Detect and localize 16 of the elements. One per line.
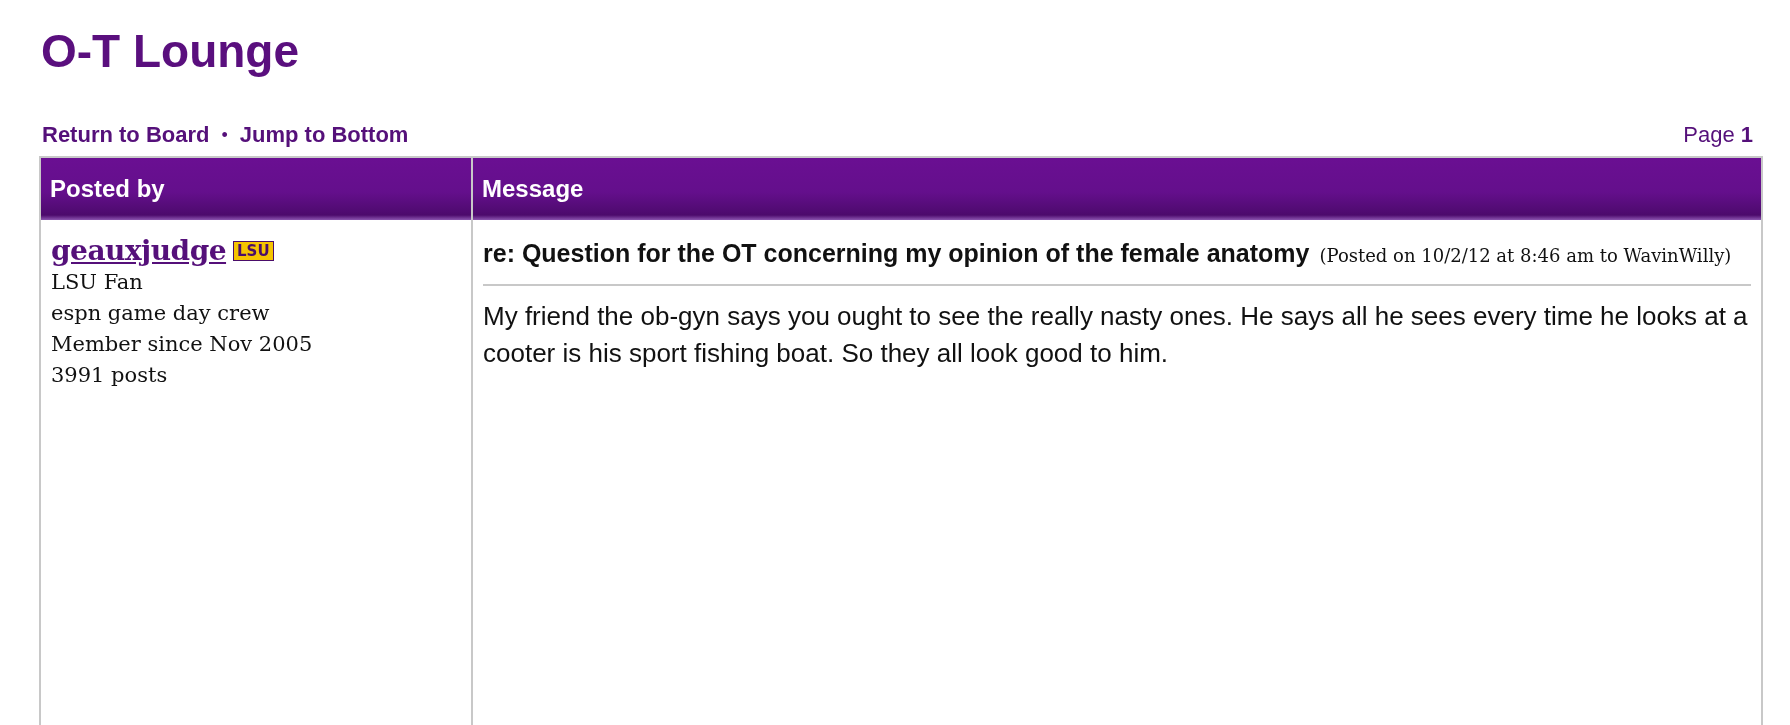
column-header: Message (481, 174, 585, 204)
column-header: Posted by (41, 158, 473, 220)
post-subject: re: Question for the OT concerning my opinion of the female anatomy (483, 239, 1310, 267)
team-badge: LSU (233, 240, 274, 261)
post-meta: (Posted on 10/2/12 at 8:46 am to WavinWilly) (1319, 245, 1732, 266)
post-body: My friend the ob-gyn says you ought to see the really nasty ones. He says all he sees every time he looks at a cooter is his sport fishing boat. So they all look good to him. (483, 300, 1749, 370)
page-indicator: Page 1 (1683, 122, 1754, 148)
nav-link[interactable]: Return to Board (42, 122, 210, 148)
author-detail: espn game day crew (51, 300, 271, 327)
board-title: O-T Lounge (40, 24, 301, 79)
author-detail: LSU Fan (51, 269, 144, 296)
author-detail: Member since Nov 2005 (51, 331, 314, 358)
nav-separator: • (221, 124, 228, 146)
nav-link[interactable]: Jump to Bottom (239, 122, 409, 148)
author-link[interactable]: geauxjudge (51, 234, 227, 267)
author-detail: 3991 posts (51, 362, 169, 389)
